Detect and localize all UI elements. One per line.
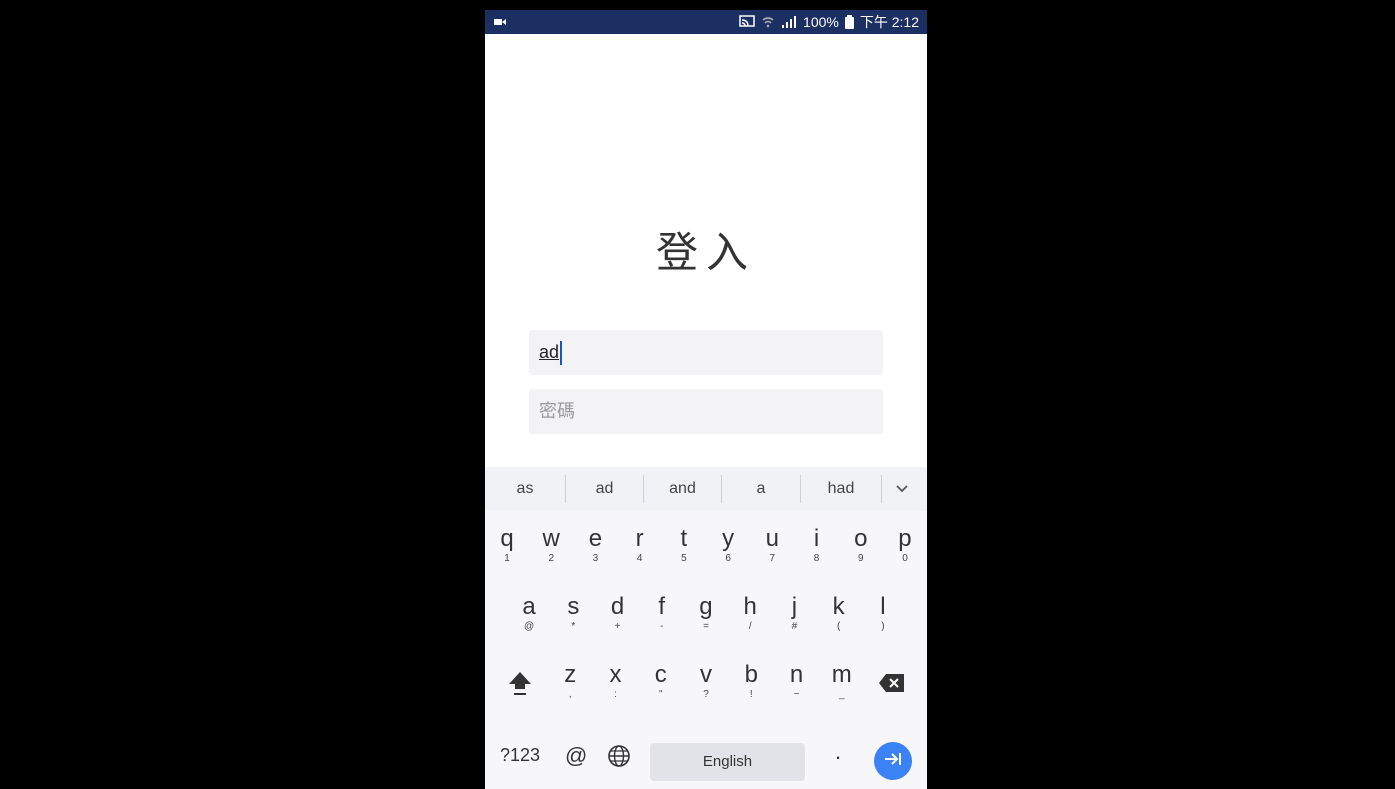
shift-key[interactable] — [493, 661, 547, 709]
key-e[interactable]: e3 — [573, 525, 617, 573]
shift-icon — [507, 669, 533, 702]
login-screen: 登入 — [485, 34, 927, 467]
key-d[interactable]: d + — [595, 593, 639, 641]
key-x[interactable]: x: — [594, 661, 638, 709]
tab-arrow-icon — [883, 751, 903, 772]
key-b[interactable]: b! — [729, 661, 773, 709]
key-c[interactable]: c " — [639, 661, 683, 709]
key-h[interactable]: h / — [728, 593, 772, 641]
globe-icon[interactable] — [607, 744, 631, 768]
suggestion-had[interactable]: had — [801, 475, 882, 503]
key-s[interactable]: s * — [551, 593, 595, 641]
key-t[interactable]: t5 — [662, 525, 706, 573]
page-title: 登入 — [655, 228, 756, 277]
phone-screen: 100% 下午 2:12 登入 as ad and a had — [485, 10, 927, 789]
keyboard-bottom-row: ?123 @ English . — [485, 735, 927, 789]
key-z[interactable]: z, — [548, 661, 592, 709]
wifi-icon — [761, 15, 775, 29]
battery-icon — [844, 15, 854, 29]
key-r[interactable]: r4 — [618, 525, 662, 573]
chevron-down-icon[interactable] — [882, 475, 922, 503]
key-o[interactable]: o9 — [839, 525, 883, 573]
key-g[interactable]: g = — [684, 593, 728, 641]
suggestion-a[interactable]: a — [722, 475, 801, 503]
key-i[interactable]: i8 — [795, 525, 839, 573]
cast-icon — [739, 15, 755, 29]
status-right: 100% 下午 2:12 — [739, 10, 919, 34]
status-bar: 100% 下午 2:12 — [485, 10, 927, 34]
key-j[interactable]: j # — [772, 593, 816, 641]
key-y[interactable]: y6 — [706, 525, 750, 573]
key-w[interactable]: w2 — [529, 525, 573, 573]
suggestion-and[interactable]: and — [644, 475, 722, 503]
username-field[interactable] — [529, 330, 883, 375]
text-cursor — [560, 341, 562, 365]
recording-icon — [493, 15, 507, 29]
key-f[interactable]: f- — [640, 593, 684, 641]
keyboard-row-2: a @ s * d + f- g = h / j # k( l) — [485, 593, 927, 641]
suggestion-ad[interactable]: ad — [566, 475, 644, 503]
next-field-button[interactable] — [874, 742, 912, 780]
suggestion-strip: as ad and a had — [485, 467, 927, 511]
period-key[interactable]: . — [835, 739, 841, 765]
key-q[interactable]: q1 — [485, 525, 529, 573]
key-l[interactable]: l) — [861, 593, 905, 641]
signal-icon — [781, 15, 797, 29]
onscreen-keyboard: as ad and a had q1 w2 e3 r4 t5 y6 u7 i8 … — [485, 467, 927, 789]
at-key[interactable]: @ — [565, 743, 587, 769]
backspace-icon — [878, 673, 906, 698]
clock-time: 下午 2:12 — [859, 14, 919, 30]
key-a[interactable]: a @ — [507, 593, 551, 641]
key-n[interactable]: n ~ — [775, 661, 819, 709]
key-u[interactable]: u7 — [750, 525, 794, 573]
keyboard-row-3: z, x: c " v? b! n ~ m _ — [485, 661, 927, 709]
spacebar[interactable]: English — [650, 743, 805, 781]
password-field[interactable] — [529, 389, 883, 434]
key-p[interactable]: p0 — [883, 525, 927, 573]
backspace-key[interactable] — [865, 661, 919, 709]
key-k[interactable]: k( — [817, 593, 861, 641]
key-v[interactable]: v? — [684, 661, 728, 709]
suggestion-as[interactable]: as — [485, 475, 566, 503]
key-m[interactable]: m _ — [820, 661, 864, 709]
symbols-key[interactable]: ?123 — [500, 745, 540, 766]
keyboard-row-1: q1 w2 e3 r4 t5 y6 u7 i8 o9 p0 — [485, 525, 927, 573]
battery-percentage: 100% — [803, 14, 839, 30]
